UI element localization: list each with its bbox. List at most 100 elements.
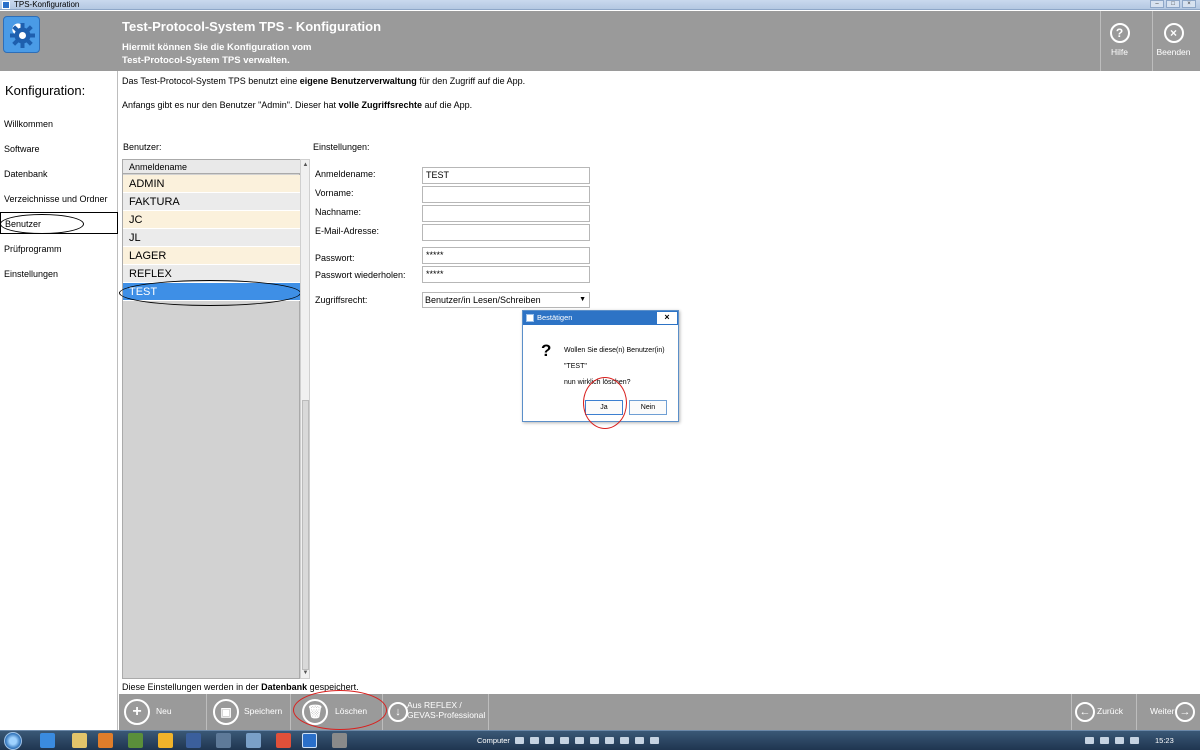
plus-icon: + — [124, 699, 150, 725]
sidebar-item-software[interactable]: Software — [0, 138, 118, 160]
access-label: Zugriffsrecht: — [315, 295, 368, 305]
app-icon-3[interactable] — [186, 733, 201, 748]
intro-line-2: Anfangs gibt es nur den Benutzer "Admin"… — [122, 100, 473, 110]
password-field[interactable]: ***** — [422, 247, 590, 264]
access-select[interactable]: Benutzer/in Lesen/Schreiben ▼ — [422, 292, 590, 308]
window-titlebar: TPS-Konfiguration – □ × — [0, 0, 1200, 10]
save-label: Speichern — [244, 706, 283, 716]
taskbar: Computer 15:23 — [0, 730, 1200, 750]
sidebar-item-verzeichnisse[interactable]: Verzeichnisse und Ordner — [0, 188, 118, 210]
help-button[interactable]: ? Hilfe — [1100, 11, 1138, 71]
list-item[interactable]: LAGER — [123, 247, 301, 265]
column-header-anmeldename[interactable]: Anmeldename — [123, 160, 301, 174]
dialog-close-icon[interactable]: × — [657, 312, 677, 324]
window-controls: – □ × — [1150, 0, 1196, 8]
import-button[interactable]: ↓ Aus REFLEX / GEVAS-Professional — [383, 694, 489, 730]
bottom-toolbar: + Neu ▣ Speichern 🗑 Löschen ↓ Aus REFLEX… — [119, 690, 1200, 730]
question-mark-icon: ? — [541, 341, 552, 360]
arrow-right-icon: → — [1175, 702, 1195, 722]
delete-label: Löschen — [335, 706, 368, 716]
app-icon-2[interactable] — [158, 733, 173, 748]
user-list[interactable]: Anmeldename ADMIN FAKTURA JC JL LAGER RE… — [119, 159, 301, 679]
back-button[interactable]: ← Zurück — [1071, 694, 1137, 730]
save-button[interactable]: ▣ Speichern — [207, 694, 291, 730]
tray-icon[interactable] — [620, 737, 629, 744]
close-circle-icon: × — [1163, 23, 1184, 43]
list-item[interactable]: JL — [123, 229, 301, 247]
sidebar: Konfiguration: Willkommen Software Daten… — [0, 71, 118, 730]
firstname-field[interactable] — [422, 186, 590, 203]
tray-icon[interactable] — [590, 737, 599, 744]
security-icon[interactable] — [1115, 737, 1124, 744]
scroll-up-icon[interactable]: ▲ — [302, 161, 309, 169]
intro-line-1: Das Test-Protocol-System TPS benutzt ein… — [122, 76, 526, 86]
users-section-label: Benutzer: — [123, 142, 162, 152]
yes-button[interactable]: Ja — [585, 400, 623, 415]
settings-section-label: Einstellungen: — [313, 142, 370, 152]
minimize-icon[interactable]: – — [1150, 0, 1164, 8]
user-list-scrollbar[interactable]: ▲ ▼ — [300, 159, 310, 679]
new-button[interactable]: + Neu — [119, 694, 207, 730]
app-header: Test-Protocol-System TPS - Konfiguration… — [0, 11, 1200, 71]
delete-button[interactable]: 🗑 Löschen — [291, 694, 383, 730]
dialog-message-line-3: nun wirklich löschen? — [564, 379, 631, 386]
email-label: E-Mail-Adresse: — [315, 226, 380, 236]
lastname-label: Nachname: — [315, 207, 362, 217]
sidebar-item-willkommen[interactable]: Willkommen — [0, 113, 118, 135]
app-icon-6[interactable] — [276, 733, 291, 748]
app-icon-7[interactable] — [332, 733, 347, 748]
exit-label: Beenden — [1156, 47, 1191, 57]
tray-icon[interactable] — [515, 737, 524, 744]
next-label: Weiter — [1150, 706, 1175, 716]
no-button[interactable]: Nein — [629, 400, 667, 415]
sidebar-item-datenbank[interactable]: Datenbank — [0, 163, 118, 185]
start-button[interactable] — [4, 732, 22, 750]
app-icon-5[interactable] — [246, 733, 261, 748]
password-repeat-field[interactable]: ***** — [422, 266, 590, 283]
media-icon[interactable] — [98, 733, 113, 748]
exit-button[interactable]: × Beenden — [1152, 11, 1194, 71]
password-label: Passwort: — [315, 253, 355, 263]
tray-icon[interactable] — [605, 737, 614, 744]
lastname-field[interactable] — [422, 205, 590, 222]
sidebar-item-einstellungen[interactable]: Einstellungen — [0, 263, 118, 285]
list-item[interactable]: ADMIN — [123, 175, 301, 193]
list-item-selected[interactable]: TEST — [123, 283, 301, 301]
browser-icon[interactable] — [40, 733, 55, 748]
sidebar-item-benutzer[interactable]: Benutzer — [0, 212, 118, 234]
tray-icon[interactable] — [560, 737, 569, 744]
list-item[interactable]: REFLEX — [123, 265, 301, 283]
next-button[interactable]: Weiter → — [1137, 694, 1200, 730]
dialog-message-line-2: "TEST" — [564, 363, 587, 370]
gear-logo-icon — [3, 16, 40, 53]
access-select-value: Benutzer/in Lesen/Schreiben — [425, 295, 541, 305]
tray-icon[interactable] — [635, 737, 644, 744]
app-icon-1[interactable] — [128, 733, 143, 748]
tray-icon[interactable] — [575, 737, 584, 744]
tray-icon[interactable] — [650, 737, 659, 744]
sidebar-item-pruefprogramm[interactable]: Prüfprogramm — [0, 238, 118, 260]
tps-taskbar-icon[interactable] — [302, 733, 317, 748]
maximize-icon[interactable]: □ — [1166, 0, 1180, 8]
flag-icon[interactable] — [1085, 737, 1094, 744]
close-icon[interactable]: × — [1182, 0, 1196, 8]
back-label: Zurück — [1097, 706, 1123, 716]
confirm-dialog: Bestätigen × ? Wollen Sie diese(n) Benut… — [522, 310, 679, 429]
list-item[interactable]: JC — [123, 211, 301, 229]
scrollbar-thumb[interactable] — [302, 400, 309, 670]
email-field[interactable] — [422, 224, 590, 241]
app-icon-4[interactable] — [216, 733, 231, 748]
volume-icon[interactable] — [1130, 737, 1139, 744]
list-item[interactable]: FAKTURA — [123, 193, 301, 211]
tray-icon[interactable] — [530, 737, 539, 744]
scroll-down-icon[interactable]: ▼ — [302, 669, 309, 677]
folder-icon[interactable] — [72, 733, 87, 748]
trash-icon: 🗑 — [302, 699, 328, 725]
login-field[interactable]: TEST — [422, 167, 590, 184]
firstname-label: Vorname: — [315, 188, 354, 198]
network-icon[interactable] — [1100, 737, 1109, 744]
chevron-down-icon: ▼ — [579, 296, 586, 303]
tray-icon[interactable] — [545, 737, 554, 744]
download-icon: ↓ — [388, 702, 408, 722]
help-label: Hilfe — [1110, 47, 1128, 57]
